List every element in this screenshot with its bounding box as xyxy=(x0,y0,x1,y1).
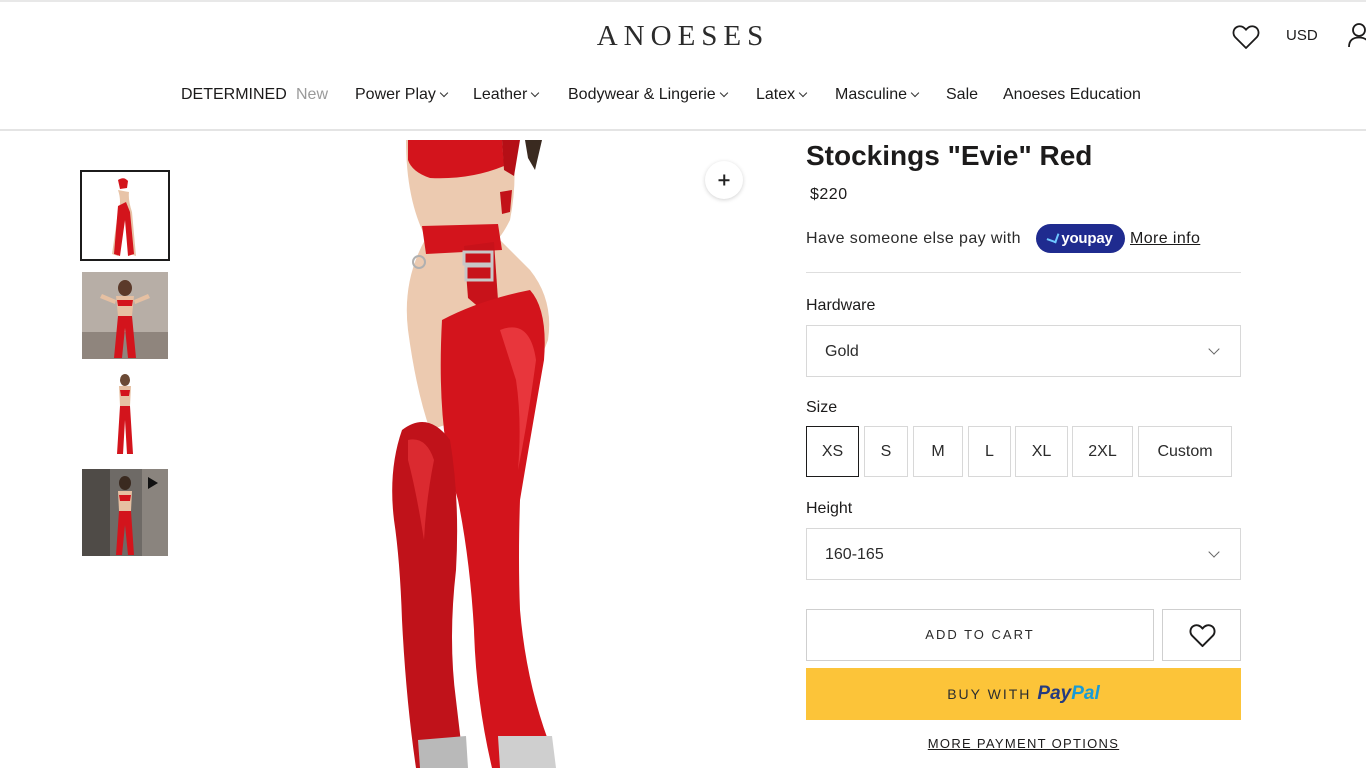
buy-with-paypal-button[interactable]: BUY WITH PayPal xyxy=(806,668,1241,720)
product-photo xyxy=(230,140,750,768)
hardware-label: Hardware xyxy=(806,297,876,314)
wishlist-heart-icon[interactable] xyxy=(1232,24,1260,50)
product-price: $220 xyxy=(810,186,848,203)
height-select[interactable]: 160-165 xyxy=(806,528,1241,580)
chevron-down-icon xyxy=(910,88,920,98)
account-icon[interactable] xyxy=(1348,22,1366,48)
product-photo-thumbnail xyxy=(82,172,168,259)
nav-item-determined[interactable]: DETERMINED xyxy=(181,86,287,104)
main-product-image[interactable] xyxy=(230,140,750,768)
size-option-xs[interactable]: XS xyxy=(806,426,859,477)
thumbnail-1[interactable] xyxy=(80,170,170,261)
thumbnail-4-video[interactable] xyxy=(82,469,168,556)
product-photo-thumbnail xyxy=(82,370,168,457)
size-option-m[interactable]: M xyxy=(913,426,963,477)
nav-label: Latex xyxy=(756,86,796,103)
youpay-row: Have someone else pay with youpay More i… xyxy=(806,224,1246,254)
nav-item-anoeses-education[interactable]: Anoeses Education xyxy=(1003,86,1141,104)
hardware-select[interactable]: Gold xyxy=(806,325,1241,377)
chevron-down-icon xyxy=(1208,546,1220,558)
store-logo[interactable]: ANOESES xyxy=(0,20,1366,53)
nav-label: Bodywear & Lingerie xyxy=(568,86,716,103)
nav-item-latex[interactable]: Latex xyxy=(756,86,808,104)
heart-icon xyxy=(1189,624,1216,648)
more-info-link[interactable]: More info xyxy=(1130,230,1200,248)
currency-selector[interactable]: USD xyxy=(1286,27,1318,44)
size-options: XS S M L XL 2XL Custom xyxy=(806,426,1246,477)
main-navigation: DETERMINED New Power Play Leather Bodywe… xyxy=(0,86,1366,106)
nav-item-masculine[interactable]: Masculine xyxy=(835,86,920,104)
paypal-logo-pal: Pal xyxy=(1071,683,1100,704)
hardware-value: Gold xyxy=(825,343,859,360)
chevron-down-icon xyxy=(439,88,449,98)
nav-item-sale[interactable]: Sale xyxy=(946,86,978,104)
paypal-prefix: BUY WITH xyxy=(947,686,1032,702)
paypal-logo-pay: Pay xyxy=(1037,683,1072,704)
youpay-badge[interactable]: youpay xyxy=(1036,224,1125,253)
nav-label: Anoeses Education xyxy=(1003,86,1141,103)
thumbnail-2[interactable] xyxy=(82,272,168,359)
nav-item-bodywear-lingerie[interactable]: Bodywear & Lingerie xyxy=(568,86,728,104)
size-option-2xl[interactable]: 2XL xyxy=(1072,426,1133,477)
chevron-down-icon xyxy=(798,88,808,98)
nav-label: New xyxy=(296,86,329,103)
header-divider xyxy=(0,129,1366,131)
youpay-text: Have someone else pay with xyxy=(806,230,1021,247)
chevron-down-icon xyxy=(531,88,540,98)
height-value: 160-165 xyxy=(825,546,884,563)
more-payment-options-link[interactable]: MORE PAYMENT OPTIONS xyxy=(806,736,1241,751)
chevron-down-icon xyxy=(719,88,728,98)
nav-item-power-play[interactable]: Power Play xyxy=(355,86,449,104)
add-to-cart-button[interactable]: ADD TO CART xyxy=(806,609,1154,661)
product-title: Stockings "Evie" Red xyxy=(806,140,1093,171)
nav-item-new[interactable]: New xyxy=(296,86,328,104)
play-icon xyxy=(148,477,158,489)
chevron-down-icon xyxy=(1208,343,1220,355)
info-divider xyxy=(806,272,1241,273)
height-label: Height xyxy=(806,500,853,517)
nav-label: DETERMINED xyxy=(181,86,287,103)
nav-item-leather[interactable]: Leather xyxy=(473,86,540,104)
size-option-l[interactable]: L xyxy=(968,426,1011,477)
size-option-custom[interactable]: Custom xyxy=(1138,426,1232,477)
nav-label: Sale xyxy=(946,86,979,103)
add-to-wishlist-button[interactable] xyxy=(1162,609,1241,661)
nav-label: Power Play xyxy=(355,86,436,103)
size-label: Size xyxy=(806,399,838,416)
thumbnail-3[interactable] xyxy=(82,370,168,457)
top-border xyxy=(0,0,1366,2)
nav-label: Leather xyxy=(473,86,528,103)
nav-label: Masculine xyxy=(835,86,908,103)
youpay-logo-icon xyxy=(1046,230,1060,244)
youpay-badge-label: youpay xyxy=(1061,230,1113,247)
size-option-xl[interactable]: XL xyxy=(1015,426,1068,477)
zoom-plus-icon[interactable] xyxy=(705,161,743,199)
size-option-s[interactable]: S xyxy=(864,426,908,477)
product-photo-thumbnail xyxy=(82,272,168,359)
